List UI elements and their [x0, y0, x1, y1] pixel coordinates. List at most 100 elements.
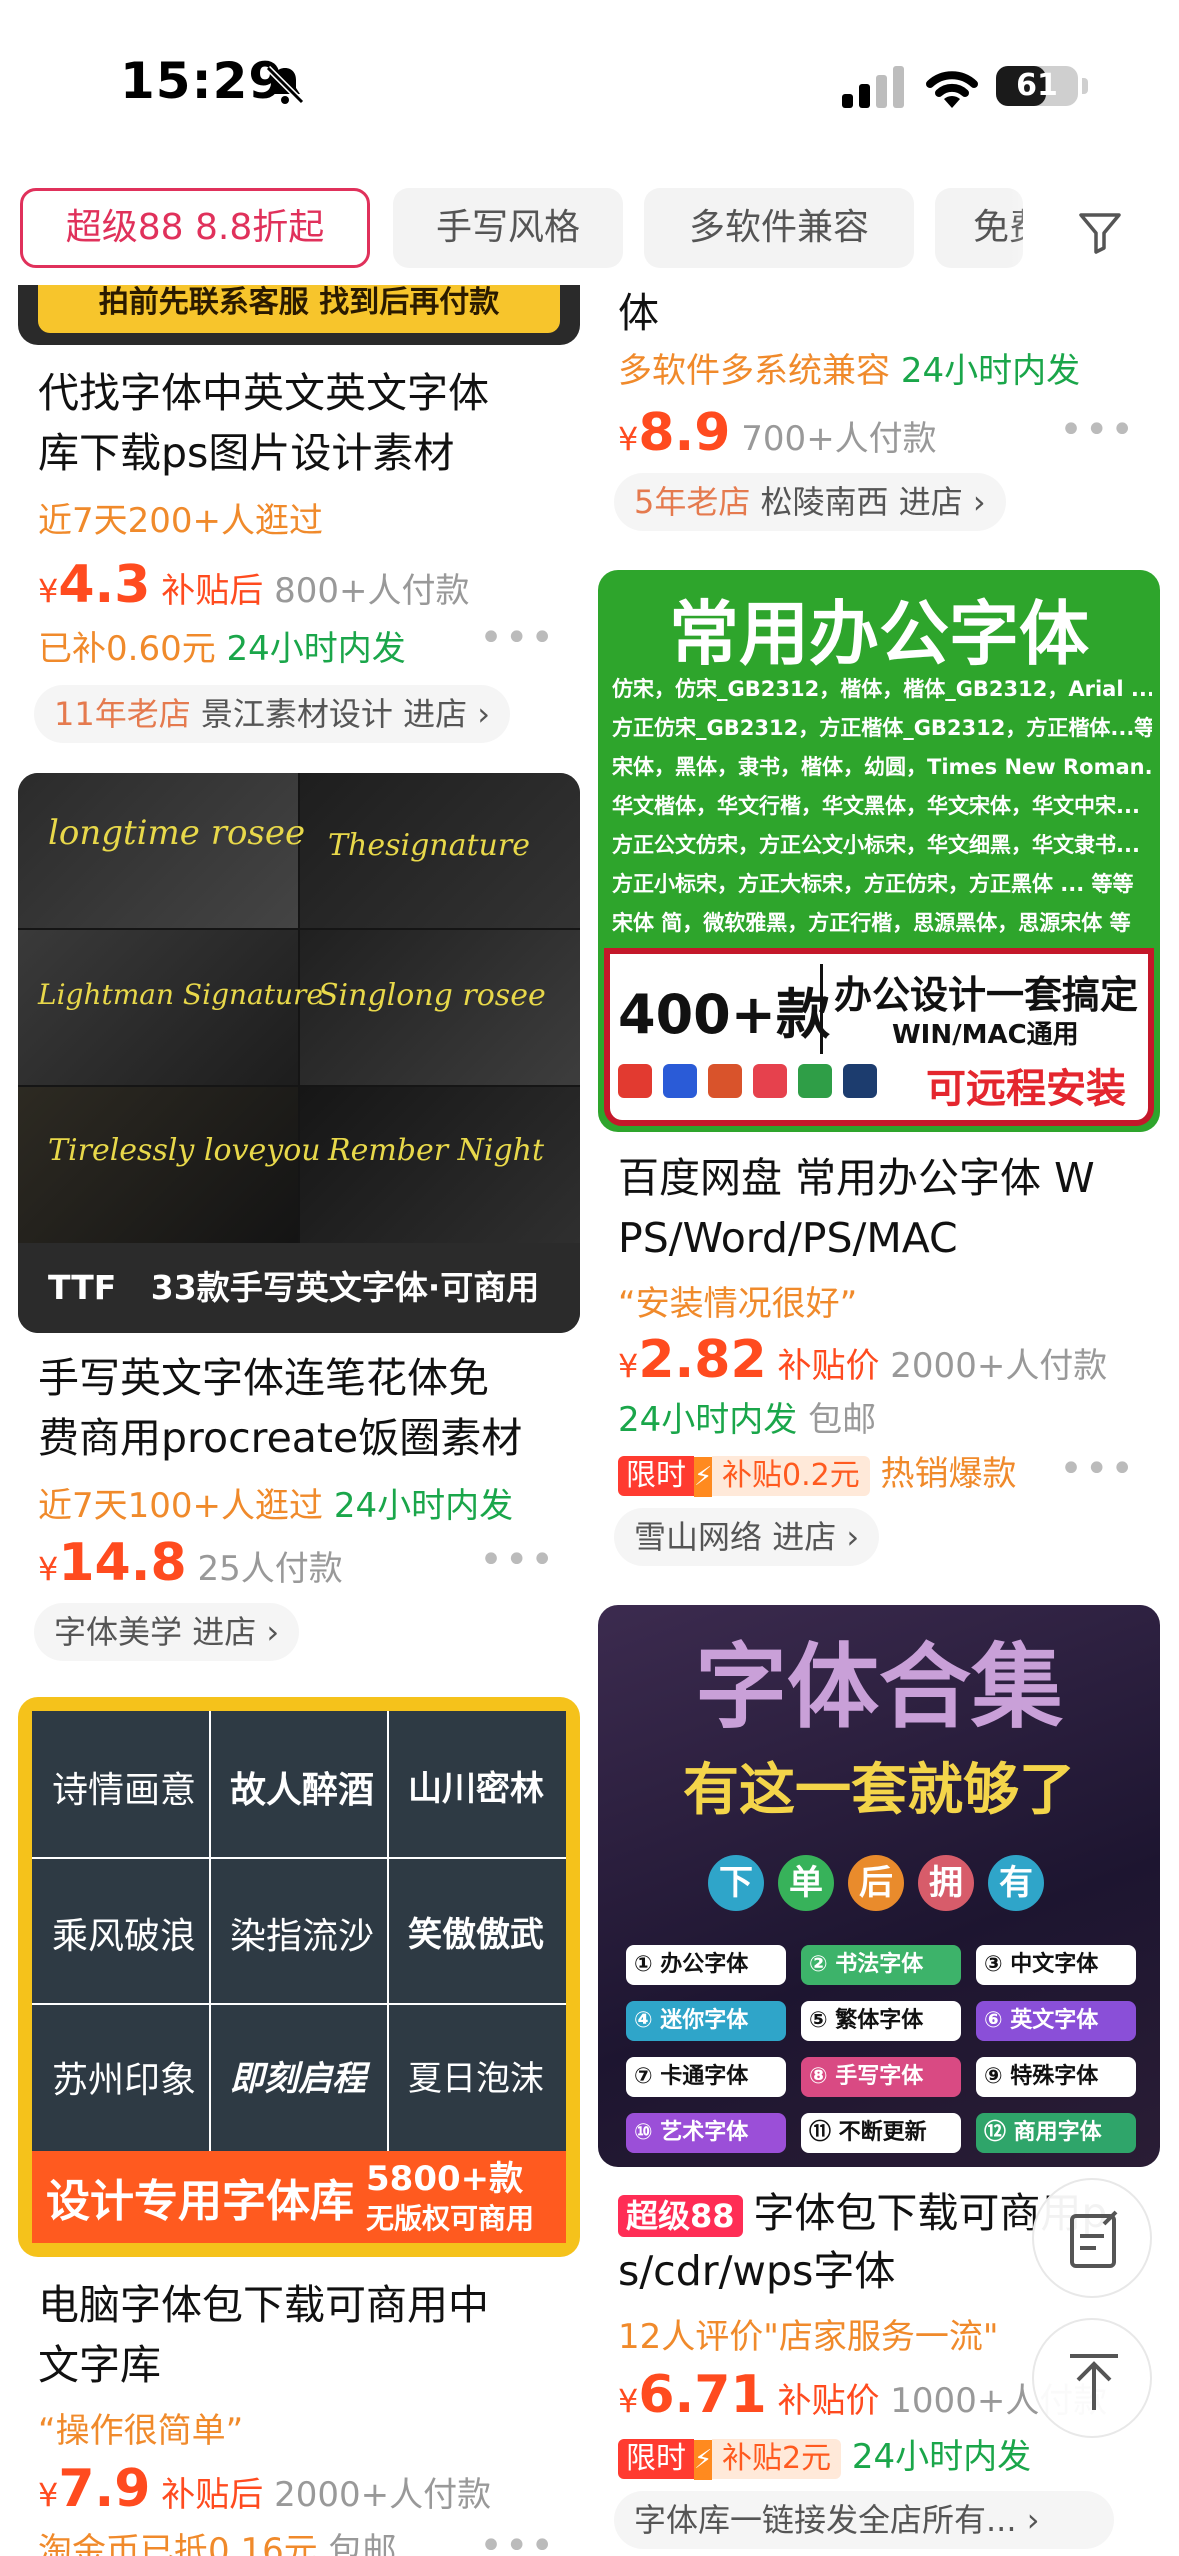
notes-button[interactable]	[1032, 2178, 1152, 2298]
shop-enter: 进店	[772, 1518, 837, 1556]
image-circle: 下	[708, 1855, 764, 1911]
image-feature: ⑪ 不断更新	[801, 2113, 961, 2153]
price-symbol: ¥	[618, 2382, 639, 2420]
image-feature: ⑧ 手写字体	[801, 2057, 961, 2097]
product-card[interactable]: 诗情画意 故人醉酒 山川密林 乘风破浪 染指流沙 笑傲傲武 苏州印象 即刻启程 …	[18, 1697, 580, 2556]
product-image[interactable]: 诗情画意 故人醉酒 山川密林 乘风破浪 染指流沙 笑傲傲武 苏州印象 即刻启程 …	[18, 1697, 580, 2257]
price-symbol: ¥	[38, 2476, 59, 2514]
more-options-icon[interactable]: •••	[1059, 1446, 1136, 1492]
image-script-text: Thesignature	[328, 828, 530, 863]
lightning-icon: ⚡	[694, 2440, 712, 2480]
product-title[interactable]: 代找字体中英文英文字体	[38, 363, 489, 423]
more-options-icon[interactable]: •••	[479, 2523, 556, 2556]
filter-chip-multi-software[interactable]: 多软件兼容	[644, 188, 914, 268]
image-font-sample: 即刻启程	[230, 2059, 366, 2099]
image-title: 常用办公字体	[669, 593, 1089, 675]
product-title[interactable]: 电脑字体包下载可商用中	[38, 2275, 489, 2335]
price-value: 7.9	[58, 2459, 151, 2519]
excel-icon	[798, 1064, 833, 1098]
hot-text: 热销爆款	[880, 1454, 1017, 1494]
compat-text: 多软件多系统兼容	[618, 351, 890, 391]
price-value: 14.8	[58, 1533, 187, 1593]
ship-text: 24小时内发	[851, 2437, 1032, 2477]
product-title-line2[interactable]: PS/Word/PS/MAC	[618, 1208, 958, 1268]
price-symbol: ¥	[618, 1347, 639, 1385]
price-row: ¥4.3 补贴后 800+人付款	[38, 555, 470, 615]
image-subtitle: 有这一套就够了	[683, 1758, 1075, 1823]
product-title-line2[interactable]: 文字库	[38, 2335, 161, 2395]
ship-row: 24小时内发 包邮	[618, 1392, 876, 1441]
image-font-line: 宋体 简，微软雅黑，方正行楷，思源黑体，思源宋体 等	[612, 911, 1131, 935]
image-bottom-panel: 400+款 办公设计一套搞定 WIN/MAC通用 可远程安装	[604, 948, 1154, 1126]
battery-percentage: 61	[1016, 68, 1058, 103]
product-title-line2[interactable]: 库下载ps图片设计素材	[38, 423, 454, 483]
review-quote: “安装情况很好”	[618, 1284, 858, 1324]
image-font-line: 宋体，黑体，隶书，楷体，幼圆，Times New Roman...	[612, 755, 1152, 779]
filter-chip-super88[interactable]: 超级88 8.8折起	[20, 188, 370, 268]
shop-link[interactable]: 字体库一链接发全店所有... ›	[614, 2491, 1114, 2549]
chevron-right-icon: ›	[836, 1518, 860, 1556]
price-row: ¥2.82 补贴价 2000+人付款	[618, 1330, 1107, 1390]
image-font-line: 华文楷体，华文行楷，华文黑体，华文宋体，华文中宋...	[612, 794, 1140, 818]
price-symbol: ¥	[618, 420, 639, 458]
image-script-text: longtime rosee	[48, 813, 306, 853]
image-grid: 诗情画意 故人醉酒 山川密林 乘风破浪 染指流沙 笑傲傲武 苏州印象 即刻启程 …	[32, 1711, 566, 2151]
image-script-text: Tirelessly loveyou	[48, 1133, 321, 1168]
image-script-text: Lightman Signature	[38, 978, 323, 1011]
more-options-icon[interactable]: •••	[1059, 407, 1136, 453]
image-feature: ⑩ 艺术字体	[626, 2113, 786, 2153]
filter-chip-handwriting[interactable]: 手写风格	[393, 188, 623, 268]
chevron-right-icon: ›	[467, 695, 491, 733]
image-script-text: Singlong rosee	[318, 978, 546, 1013]
shop-link[interactable]: 雪山网络 进店 ›	[614, 1508, 880, 1566]
image-divider	[820, 964, 823, 1054]
battery-indicator: 61	[996, 66, 1078, 106]
product-image[interactable]: 常用办公字体 仿宋，仿宋_GB2312，楷体，楷体_GB2312，Arial .…	[598, 570, 1160, 1132]
visits-row: 近7天100+人逛过 24小时内发	[38, 1478, 513, 1527]
chevron-right-icon: ›	[962, 483, 986, 521]
image-feature: ① 办公字体	[626, 1945, 786, 1985]
product-title[interactable]: 手写英文字体连笔花体免	[38, 1348, 489, 1408]
product-image[interactable]: longtime rosee Thesignature Lightman Sig…	[18, 773, 580, 1333]
compat-row: 多软件多系统兼容 24小时内发	[618, 343, 1080, 392]
grid-divider	[387, 1711, 389, 2151]
price-row: ¥14.8 25人付款	[38, 1533, 343, 1593]
product-title-line2[interactable]: 费商用procreate饭圈素材	[38, 1408, 522, 1468]
shop-link[interactable]: 5年老店 松陵南西 进店 ›	[614, 473, 1006, 531]
paid-count: 700+人付款	[741, 419, 937, 459]
grid-divider	[209, 1711, 211, 2151]
image-feature: ⑤ 繁体字体	[801, 2001, 961, 2041]
product-card[interactable]: 体 多软件多系统兼容 24小时内发 ¥8.9 700+人付款 ••• 5年老店 …	[598, 285, 1160, 555]
limited-tag: 限时	[618, 2439, 694, 2479]
image-font-sample: 乘风破浪	[52, 1916, 197, 1957]
app-icons-row	[618, 1064, 883, 1106]
more-options-icon[interactable]: •••	[479, 1537, 556, 1583]
product-title-tail[interactable]: 体	[618, 283, 659, 343]
image-banner-license: 无版权可商用	[366, 2202, 535, 2235]
shop-link[interactable]: 11年老店 景江素材设计 进店 ›	[34, 685, 511, 743]
ship-text: 24小时内发	[618, 1400, 798, 1440]
arrow-up-icon	[1070, 2354, 1118, 2410]
image-font-sample: 染指流沙	[230, 1916, 375, 1957]
shop-link[interactable]: 字体美学 进店 ›	[34, 1603, 300, 1661]
image-font-line: 仿宋，仿宋_GB2312，楷体，楷体_GB2312，Arial ...	[612, 677, 1152, 701]
promo-row: 限时 ⚡ 补贴0.2元 热销爆款	[618, 1446, 1017, 1497]
price-note: 补贴价	[777, 2381, 880, 2421]
filter-funnel-icon[interactable]	[1076, 208, 1124, 256]
image-font-sample: 苏州印象	[52, 2060, 197, 2101]
image-feature-grid: ① 办公字体 ② 书法字体 ③ 中文字体 ④ 迷你字体 ⑤ 繁体字体 ⑥ 英文字…	[626, 1945, 1136, 2155]
image-slogan: 办公设计一套搞定	[834, 973, 1139, 1017]
image-circle: 拥	[918, 1855, 974, 1911]
image-grid: longtime rosee Thesignature Lightman Sig…	[18, 773, 580, 1243]
product-title-line2[interactable]: s/cdr/wps字体	[618, 2241, 895, 2301]
subsidy-text: 淘金币已抵0.16元	[38, 2531, 318, 2556]
product-card[interactable]: longtime rosee Thesignature Lightman Sig…	[18, 773, 580, 1661]
status-bar: 15:29 61	[0, 0, 1179, 170]
price-value: 8.9	[638, 403, 731, 463]
shop-name: 景江素材设计	[200, 695, 393, 733]
product-image[interactable]: 字体合集 有这一套就够了 下 单 后 拥 有 ① 办公字体 ② 书法字体 ③ 中…	[598, 1605, 1160, 2167]
more-options-icon[interactable]: •••	[479, 615, 556, 661]
price-value: 6.71	[638, 2365, 767, 2425]
product-title[interactable]: 百度网盘 常用办公字体 W	[618, 1148, 1095, 1208]
back-to-top-button[interactable]	[1032, 2318, 1152, 2438]
